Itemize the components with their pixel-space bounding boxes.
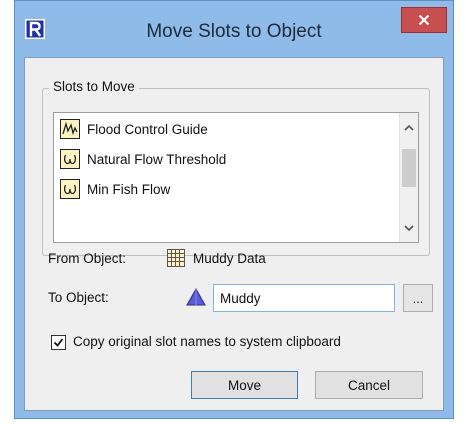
- list-item[interactable]: Min Fish Flow: [60, 177, 170, 201]
- data-object-icon: [167, 249, 185, 267]
- scroll-thumb[interactable]: [402, 149, 416, 187]
- from-object-value: Muddy Data: [193, 251, 266, 266]
- move-button[interactable]: Move: [191, 371, 298, 399]
- list-item[interactable]: Natural Flow Threshold: [60, 147, 226, 171]
- dialog-body: Slots to Move Flood Control Guide Natura…: [24, 57, 444, 411]
- list-item[interactable]: Flood Control Guide: [60, 117, 208, 141]
- slot-label: Min Fish Flow: [87, 181, 171, 197]
- slots-list[interactable]: Flood Control Guide Natural Flow Thresho…: [53, 112, 419, 243]
- close-button[interactable]: [401, 7, 447, 33]
- from-object-label: From Object:: [48, 251, 127, 266]
- omega-slot-icon: [60, 179, 80, 199]
- to-object-label: To Object:: [48, 290, 109, 305]
- copy-names-label[interactable]: Copy original slot names to system clipb…: [73, 334, 341, 349]
- scroll-up-button[interactable]: [400, 117, 418, 137]
- omega-slot-icon: [60, 149, 80, 169]
- chevron-down-icon: [404, 224, 414, 231]
- copy-names-checkbox[interactable]: [51, 335, 66, 350]
- scroll-down-button[interactable]: [400, 218, 418, 238]
- slots-group-label: Slots to Move: [49, 79, 139, 94]
- table-series-icon: [60, 119, 80, 139]
- to-object-input[interactable]: [213, 284, 395, 312]
- cancel-button[interactable]: Cancel: [315, 371, 423, 399]
- list-scrollbar[interactable]: [399, 113, 418, 242]
- slot-label: Flood Control Guide: [87, 121, 208, 137]
- chevron-up-icon: [404, 124, 414, 131]
- slot-label: Natural Flow Threshold: [87, 151, 227, 167]
- dialog-window: Move Slots to Object Slots to Move Flood…: [14, 0, 454, 419]
- reservoir-triangle-icon: [186, 287, 206, 306]
- title-bar[interactable]: Move Slots to Object: [15, 1, 453, 57]
- window-title: Move Slots to Object: [146, 21, 322, 42]
- checkmark-icon: [53, 338, 64, 347]
- browse-object-button[interactable]: ...: [403, 284, 433, 312]
- close-icon: [418, 14, 430, 26]
